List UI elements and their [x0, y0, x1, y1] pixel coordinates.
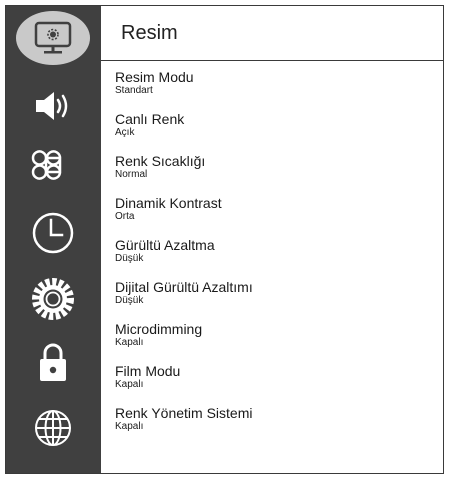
menu-item-value: Kapalı: [115, 337, 144, 348]
timer-icon: [32, 212, 74, 254]
sidebar-item-sound[interactable]: [18, 78, 88, 134]
menu-item-value: Düşük: [115, 295, 144, 306]
menu-items-list: Resim Modu Standart Canlı Renk Açık Renk…: [115, 69, 253, 447]
sidebar-item-lock[interactable]: [18, 334, 88, 390]
menu-item-label: Canlı Renk: [115, 111, 185, 127]
menu-item-value: Kapalı: [115, 379, 144, 390]
menu-item-resim-modu[interactable]: Resim Modu Standart: [115, 69, 253, 111]
sidebar: [6, 6, 101, 473]
menu-item-value: Normal: [115, 169, 148, 180]
menu-item-dinamik-kontrast[interactable]: Dinamik Kontrast Orta: [115, 195, 253, 237]
menu-header: Resim: [101, 6, 443, 61]
menu-item-canli-renk[interactable]: Canlı Renk Açık: [115, 111, 253, 153]
menu-content: Resim Resim Modu Standart Canlı Renk Açı…: [101, 6, 443, 473]
network-icon: [35, 410, 71, 446]
source-icon: [31, 150, 62, 180]
menu-item-value: Açık: [115, 127, 135, 138]
settings-icon: [32, 278, 74, 320]
sidebar-item-source[interactable]: [18, 137, 88, 193]
menu-item-label: Microdimming: [115, 321, 203, 337]
menu-item-value: Düşük: [115, 253, 144, 264]
sound-icon: [36, 92, 68, 120]
sidebar-item-network[interactable]: [18, 400, 88, 456]
sidebar-item-picture[interactable]: [16, 11, 90, 65]
lock-icon: [40, 343, 66, 381]
menu-item-label: Renk Yönetim Sistemi: [115, 405, 253, 421]
sidebar-item-settings[interactable]: [18, 271, 88, 327]
menu-item-label: Film Modu: [115, 363, 181, 379]
menu-item-value: Standart: [115, 85, 153, 96]
menu-item-value: Orta: [115, 211, 135, 222]
menu-item-value: Kapalı: [115, 421, 144, 432]
menu-item-microdimming[interactable]: Microdimming Kapalı: [115, 321, 253, 363]
page-title: Resim: [121, 22, 178, 44]
menu-item-renk-yonetim-sistemi[interactable]: Renk Yönetim Sistemi Kapalı: [115, 405, 253, 447]
menu-item-label: Renk Sıcaklığı: [115, 153, 206, 169]
menu-item-dijital-gurultu-azaltimi[interactable]: Dijital Gürültü Azaltımı Düşük: [115, 279, 253, 321]
picture-icon: [34, 21, 72, 54]
menu-item-renk-sicakligi[interactable]: Renk Sıcaklığı Normal: [115, 153, 253, 195]
menu-item-label: Dinamik Kontrast: [115, 195, 222, 211]
menu-window: Resim Resim Modu Standart Canlı Renk Açı…: [5, 5, 444, 474]
menu-item-gurultu-azaltma[interactable]: Gürültü Azaltma Düşük: [115, 237, 253, 279]
menu-item-label: Gürültü Azaltma: [115, 237, 215, 253]
menu-item-label: Resim Modu: [115, 69, 194, 85]
sidebar-item-timer[interactable]: [18, 205, 88, 261]
menu-item-film-modu[interactable]: Film Modu Kapalı: [115, 363, 253, 405]
menu-item-label: Dijital Gürültü Azaltımı: [115, 279, 253, 295]
